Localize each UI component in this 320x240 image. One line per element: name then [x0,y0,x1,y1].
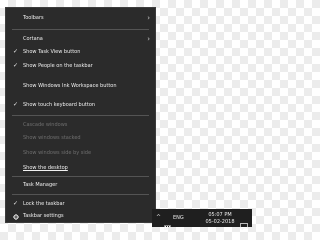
checkmark-icon: ✓ [13,101,19,108]
menu-item-label: Show windows side by side [23,150,92,156]
menu-item-label: Toolbars [23,15,44,21]
menu-item-label: Show the desktop [23,165,68,171]
chevron-right-icon: › [147,35,150,43]
menu-item-show-task-view-button[interactable]: ✓ Show Task View button [6,46,155,58]
notification-icon[interactable] [240,215,248,234]
taskbar-context-menu: Toolbars › Cortana › ✓ Show Task View bu… [5,7,156,223]
menu-item-label: Show Windows Ink Workspace button [23,83,117,89]
checkmark-icon: ✓ [13,48,19,55]
checkmark-icon: ✓ [13,200,19,207]
clock-time[interactable]: 05:07 PM [202,212,238,218]
menu-item-lock-the-taskbar[interactable]: ✓ Lock the taskbar [6,198,155,210]
menu-item-label: Cortana [23,36,43,42]
menu-item-label: Cascade windows [23,122,68,128]
menu-separator [12,176,149,177]
gear-icon [13,213,19,225]
menu-item-label: Show People on the taskbar [23,63,93,69]
menu-separator [12,194,149,195]
menu-item-taskbar-settings[interactable]: Taskbar settings [6,210,155,222]
menu-item-label: Task Manager [23,182,58,188]
menu-item-label: Show Task View button [23,49,81,55]
checkmark-icon: ✓ [13,62,19,69]
menu-item-show-windows-side-by-side: Show windows side by side [6,147,155,159]
language-indicator[interactable]: ENG [173,209,184,227]
menu-item-cascade-windows: Cascade windows [6,119,155,131]
show-hidden-icons-icon[interactable]: ^ [156,209,161,227]
menu-item-task-manager[interactable]: Task Manager [6,179,155,191]
menu-separator [12,115,149,116]
menu-item-show-windows-ink-workspace[interactable]: Show Windows Ink Workspace button [6,80,155,92]
menu-item-show-people[interactable]: ✓ Show People on the taskbar [6,60,155,72]
menu-item-toolbars[interactable]: Toolbars › [6,12,155,24]
menu-item-show-touch-keyboard[interactable]: ✓ Show touch keyboard button [6,99,155,111]
menu-separator [12,29,149,30]
menu-item-label: Show windows stacked [23,135,81,141]
menu-item-label: Show touch keyboard button [23,102,96,108]
chevron-right-icon: › [147,14,150,22]
taskbar: ^ ENG 05:07 PM 05-02-2018 [152,209,252,231]
menu-item-label: Taskbar settings [23,213,64,219]
keyboard-icon[interactable] [164,215,171,234]
menu-item-cortana[interactable]: Cortana › [6,33,155,45]
menu-item-show-the-desktop[interactable]: Show the desktop [6,162,155,174]
menu-item-show-windows-stacked: Show windows stacked [6,132,155,144]
menu-item-label: Lock the taskbar [23,201,65,207]
clock-date[interactable]: 05-02-2018 [202,219,238,225]
